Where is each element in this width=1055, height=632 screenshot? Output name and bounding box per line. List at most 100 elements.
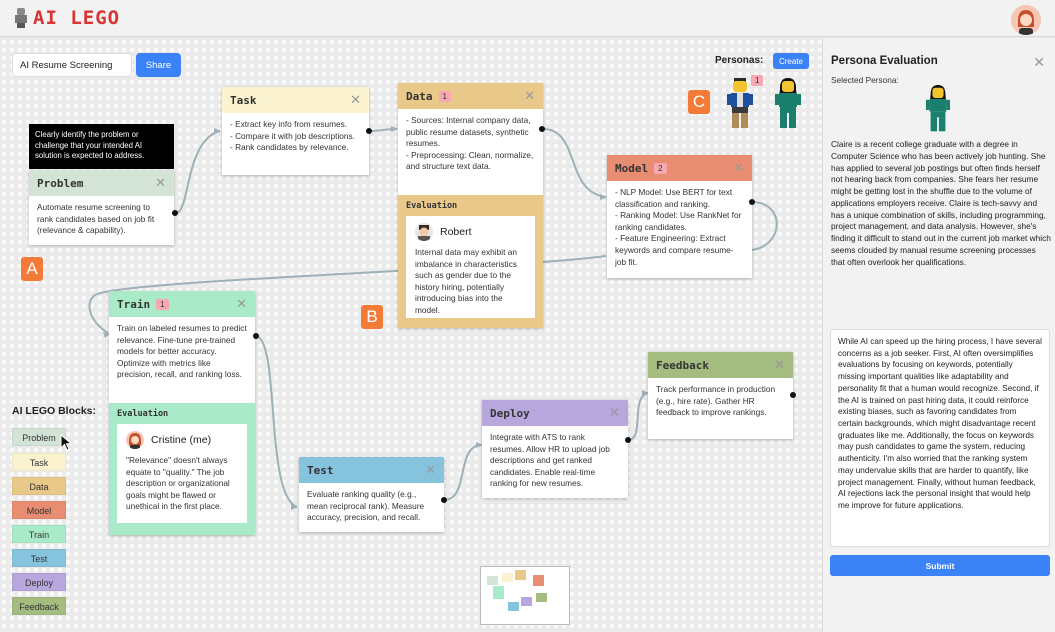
train-card-title: Train xyxy=(117,297,151,311)
block-task[interactable]: Task xyxy=(12,453,66,471)
train-card-body[interactable]: Train on labeled resumes to predict rele… xyxy=(109,317,255,403)
annotation-label-b: B xyxy=(361,305,383,329)
block-feedback[interactable]: Feedback xyxy=(12,597,66,615)
persona-robert[interactable] xyxy=(727,78,753,132)
evaluation-text: Internal data may exhibit an imbalance i… xyxy=(415,247,517,316)
connector-handle[interactable] xyxy=(790,392,796,398)
train-card[interactable]: Train 1 ✕ Train on labeled resumes to pr… xyxy=(109,291,255,535)
user-avatar[interactable] xyxy=(1011,5,1041,35)
connector-handle[interactable] xyxy=(749,199,755,205)
block-data[interactable]: Data xyxy=(12,477,66,495)
card-line: - Feature Engineering: Extract keywords … xyxy=(615,233,734,267)
problem-card[interactable]: Problem ✕ Automate resume screening to r… xyxy=(29,170,174,245)
connector-handle[interactable] xyxy=(625,437,631,443)
problem-card-body[interactable]: Automate resume screening to rank candid… xyxy=(29,196,174,243)
evaluator: Cristine (me) xyxy=(126,431,238,449)
test-card-header[interactable]: Test ✕ xyxy=(299,457,444,483)
card-line: Train on labeled resumes to predict rele… xyxy=(117,323,247,380)
block-deploy[interactable]: Deploy xyxy=(12,573,66,591)
model-card-header[interactable]: Model 2 ✕ xyxy=(607,155,752,181)
card-line: - Preprocessing: Clean, normalize, and s… xyxy=(406,149,534,172)
share-button[interactable]: Share xyxy=(136,53,181,77)
task-card[interactable]: Task ✕ - Extract key info from resumes. … xyxy=(222,87,369,175)
data-card[interactable]: Data 1 ✕ - Sources: Internal company dat… xyxy=(398,83,543,328)
persona-claire[interactable] xyxy=(775,78,801,132)
close-icon[interactable]: ✕ xyxy=(350,93,361,106)
deploy-card-body[interactable]: Integrate with ATS to rank resumes. Allo… xyxy=(482,426,628,496)
close-icon[interactable]: ✕ xyxy=(524,89,535,102)
close-icon[interactable]: ✕ xyxy=(155,176,166,189)
minimap-node xyxy=(502,573,513,582)
deploy-card[interactable]: Deploy ✕ Integrate with ATS to rank resu… xyxy=(482,400,628,498)
block-model[interactable]: Model xyxy=(12,501,66,519)
connector-handle[interactable] xyxy=(253,333,259,339)
selected-persona-avatar xyxy=(925,85,951,135)
app-logo-text: AI LEGO xyxy=(33,7,121,29)
mouse-cursor-icon xyxy=(60,434,73,451)
evaluation-box: Robert Internal data may exhibit an imba… xyxy=(406,216,535,318)
persona-feedback-textarea[interactable]: While AI can speed up the hiring process… xyxy=(830,329,1050,547)
create-persona-button[interactable]: Create xyxy=(773,53,809,69)
lego-figure-icon xyxy=(14,8,28,28)
close-icon[interactable]: ✕ xyxy=(1033,54,1045,71)
card-line: Integrate with ATS to rank resumes. Allo… xyxy=(490,432,610,489)
close-icon[interactable]: ✕ xyxy=(425,463,436,476)
panel-title: Persona Evaluation xyxy=(831,55,938,67)
data-card-body[interactable]: - Sources: Internal company data, public… xyxy=(398,109,543,195)
blocks-palette-title: AI LEGO Blocks: xyxy=(12,405,97,417)
minimap-node xyxy=(508,602,519,611)
connector-handle[interactable] xyxy=(539,126,545,132)
train-evaluation: Evaluation Cristine (me) "Relevance" doe… xyxy=(109,403,255,531)
persona-description: Claire is a recent college graduate with… xyxy=(831,139,1051,267)
deploy-card-title: Deploy xyxy=(490,406,530,420)
feedback-card-body[interactable]: Track performance in production (e.g., h… xyxy=(648,378,793,425)
app-logo[interactable]: AI LEGO xyxy=(14,7,120,29)
model-card-title: Model xyxy=(615,161,649,175)
card-line: Automate resume screening to rank candid… xyxy=(37,202,155,236)
minimap-node xyxy=(536,593,547,602)
persona-evaluation-panel: Persona Evaluation ✕ Selected Persona: C… xyxy=(822,38,1055,632)
card-line: - Sources: Internal company data, public… xyxy=(406,115,531,149)
task-card-title: Task xyxy=(230,93,257,107)
close-icon[interactable]: ✕ xyxy=(733,161,744,174)
test-card-body[interactable]: Evaluate ranking quality (e.g., mean rec… xyxy=(299,483,444,530)
comment-count-badge: 2 xyxy=(654,162,667,174)
project-name-input[interactable] xyxy=(12,53,132,77)
evaluator-name: Cristine (me) xyxy=(151,433,212,446)
card-line: - Extract key info from resumes. xyxy=(230,119,348,129)
task-card-body[interactable]: - Extract key info from resumes. - Compa… xyxy=(222,113,369,160)
block-problem[interactable]: Problem xyxy=(12,428,66,446)
close-icon[interactable]: ✕ xyxy=(609,406,620,419)
feedback-card[interactable]: Feedback ✕ Track performance in producti… xyxy=(648,352,793,439)
feedback-card-header[interactable]: Feedback ✕ xyxy=(648,352,793,378)
card-line: - Compare it with job descriptions. xyxy=(230,130,355,141)
connector-handle[interactable] xyxy=(366,128,372,134)
connector-handle[interactable] xyxy=(441,497,447,503)
test-card[interactable]: Test ✕ Evaluate ranking quality (e.g., m… xyxy=(299,457,444,532)
problem-card-title: Problem xyxy=(37,176,84,190)
deploy-card-header[interactable]: Deploy ✕ xyxy=(482,400,628,426)
block-test[interactable]: Test xyxy=(12,549,66,567)
canvas-minimap[interactable] xyxy=(480,566,570,625)
model-card[interactable]: Model 2 ✕ - NLP Model: Use BERT for text… xyxy=(607,155,752,278)
comment-count-badge: 1 xyxy=(438,90,451,102)
block-train[interactable]: Train xyxy=(12,525,66,543)
problem-card-header[interactable]: Problem ✕ xyxy=(29,170,174,196)
robert-avatar-icon xyxy=(415,223,433,241)
train-card-header[interactable]: Train 1 ✕ xyxy=(109,291,255,317)
comment-count-badge: 1 xyxy=(156,298,169,310)
submit-button[interactable]: Submit xyxy=(830,555,1050,576)
minimap-node xyxy=(493,586,504,599)
minimap-node xyxy=(515,570,526,580)
personas-label: Personas: xyxy=(715,55,764,66)
model-card-body[interactable]: - NLP Model: Use BERT for text classific… xyxy=(607,181,752,274)
task-card-header[interactable]: Task ✕ xyxy=(222,87,369,113)
evaluation-title: Evaluation xyxy=(117,409,169,419)
data-card-header[interactable]: Data 1 ✕ xyxy=(398,83,543,109)
annotation-label-a: A xyxy=(21,257,43,281)
close-icon[interactable]: ✕ xyxy=(774,358,785,371)
close-icon[interactable]: ✕ xyxy=(236,297,247,310)
connector-handle[interactable] xyxy=(172,210,178,216)
problem-tooltip: Clearly identify the problem or challeng… xyxy=(29,124,174,169)
cristine-avatar-icon xyxy=(126,431,144,449)
